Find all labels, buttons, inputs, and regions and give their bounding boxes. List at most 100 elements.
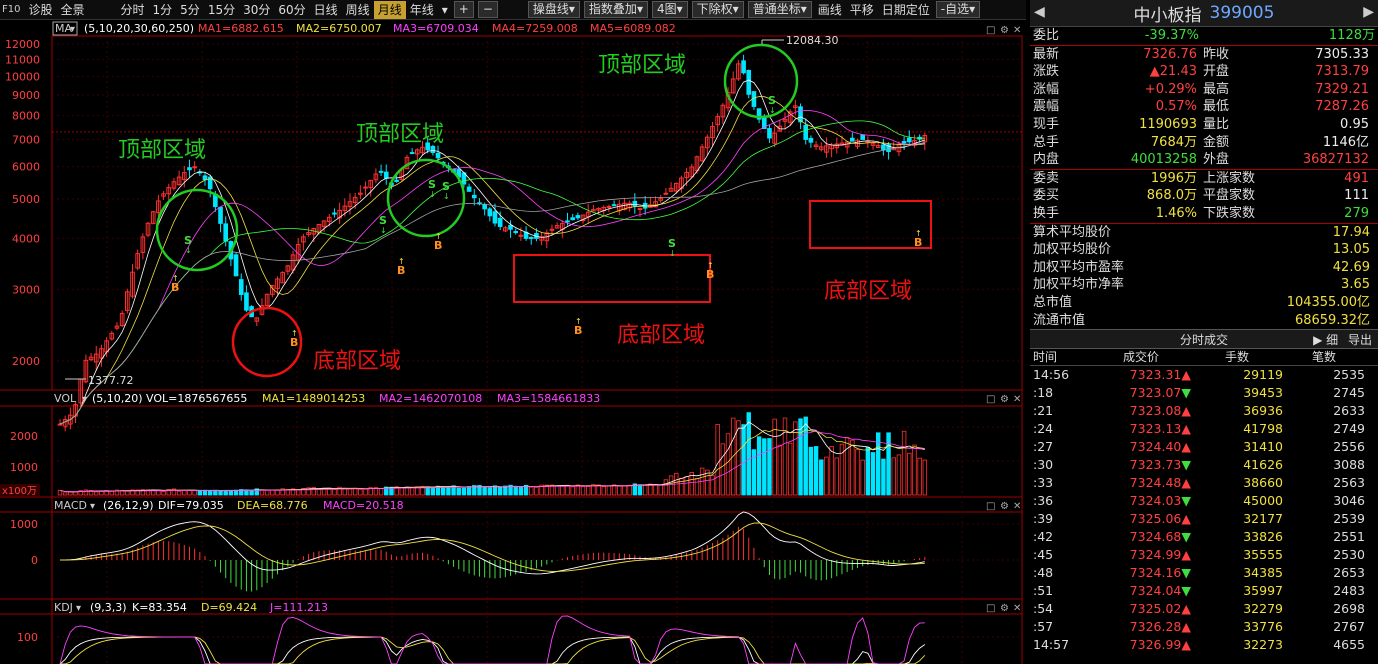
kdj-close-icon[interactable]: ✕: [1013, 603, 1021, 614]
trade-row[interactable]: :21 7323.08▲ 36936 2633: [1030, 402, 1378, 420]
next-stock-icon[interactable]: ▶: [1363, 4, 1374, 20]
vol-indicator-name[interactable]: VOL: [54, 392, 77, 405]
trade-row[interactable]: :42 7324.68▼ 33826 2551: [1030, 528, 1378, 546]
trade-price-cell: 7324.99▲: [1091, 546, 1191, 564]
macd-indicator-name[interactable]: MACD: [54, 499, 87, 512]
quote-label: 量比: [1203, 116, 1230, 132]
quote-value: 7326.76: [1143, 46, 1197, 62]
trade-time: :45: [1033, 547, 1054, 563]
trading-line-button[interactable]: 操盘线▾: [527, 1, 580, 18]
zoom-in-button[interactable]: +: [453, 1, 474, 18]
four-chart-button[interactable]: 4图▾: [651, 1, 688, 18]
trade-row[interactable]: :39 7325.06▲ 32177 2539: [1030, 510, 1378, 528]
candle-body: [518, 234, 524, 237]
pan-button[interactable]: 平移: [846, 1, 878, 19]
period-dropdown-icon[interactable]: ▾: [438, 1, 452, 19]
trade-price-cell: 7323.08▲: [1091, 402, 1191, 420]
pane-close-icon[interactable]: ✕: [1013, 25, 1021, 36]
volume-bar: [125, 490, 130, 496]
stat-value: 42.69: [1332, 259, 1370, 275]
trades-list[interactable]: 14:56 7323.31▲ 29119 2535:18 7323.07▼ 39453 27…: [1030, 366, 1378, 654]
volume-bar: [725, 433, 731, 496]
draw-line-button[interactable]: 画线: [814, 1, 846, 19]
macd-dropdown-icon[interactable]: ▾: [90, 501, 95, 512]
trade-row[interactable]: :27 7324.40▲ 31410 2556: [1030, 438, 1378, 456]
macd-close-icon[interactable]: ✕: [1013, 501, 1021, 512]
toolbar-item-overview[interactable]: 全景: [57, 1, 89, 19]
ma-dropdown-icon[interactable]: ▾: [70, 24, 75, 35]
trade-time: 14:57: [1033, 637, 1070, 653]
trade-price-cell: 7323.73▼: [1091, 456, 1191, 474]
kdj-dropdown-icon[interactable]: ▾: [76, 603, 81, 614]
period-tab-60min[interactable]: 60分: [274, 1, 309, 19]
pane-minimize-icon[interactable]: □: [986, 25, 995, 36]
volume-bar: [482, 486, 487, 496]
vol-close-icon[interactable]: ✕: [1013, 394, 1021, 405]
chart-area[interactable]: MA ▾ (5,10,20,30,60,250) MA1=6882.615 MA…: [0, 20, 1026, 664]
period-tab-week[interactable]: 周线: [342, 1, 374, 19]
candle-body: [808, 137, 814, 143]
trade-row[interactable]: :45 7324.99▲ 35555 2530: [1030, 546, 1378, 564]
trade-row[interactable]: :51 7324.04▼ 35997 2483: [1030, 582, 1378, 600]
ex-rights-label: 下除权: [696, 2, 733, 16]
macd-settings-icon[interactable]: ⚙: [1000, 501, 1009, 512]
period-tab-1min[interactable]: 1分: [149, 1, 177, 19]
quote-label: 现手: [1033, 116, 1060, 132]
volume-bar: [503, 485, 508, 496]
period-tab-intraday[interactable]: 分时: [117, 1, 149, 19]
trade-row[interactable]: :54 7325.02▲ 32279 2698: [1030, 600, 1378, 618]
trade-row[interactable]: 14:57 7326.99▲ 32273 4655: [1030, 636, 1378, 654]
volume-bar: [182, 489, 187, 496]
vol-settings-icon[interactable]: ⚙: [1000, 394, 1009, 405]
trade-row[interactable]: :36 7324.03▼ 45000 3046: [1030, 492, 1378, 510]
trade-row[interactable]: :30 7323.73▼ 41626 3088: [1030, 456, 1378, 474]
axis-mode-button[interactable]: 普通坐标▾: [747, 1, 812, 18]
zoom-out-button[interactable]: −: [477, 1, 498, 18]
candle-body: [746, 69, 752, 95]
volume-bar: [777, 444, 783, 496]
export-button[interactable]: 导出: [1348, 333, 1372, 347]
trade-price: 7324.16: [1129, 565, 1182, 581]
period-tab-30min[interactable]: 30分: [239, 1, 274, 19]
ex-rights-button[interactable]: 下除权▾: [691, 1, 744, 18]
vol-minimize-icon[interactable]: □: [986, 394, 995, 405]
pane-settings-icon[interactable]: ⚙: [1000, 25, 1009, 36]
period-tab-15min[interactable]: 15分: [204, 1, 239, 19]
y-tick-label: 9000: [12, 89, 40, 102]
watchlist-button[interactable]: -自选▾: [935, 1, 981, 18]
candle-body: [187, 167, 192, 171]
kdj-settings-icon[interactable]: ⚙: [1000, 603, 1009, 614]
trade-volume: 33776: [1243, 619, 1283, 635]
kdj-indicator-name[interactable]: KDJ: [54, 601, 73, 614]
y-tick-label: 8000: [12, 110, 40, 123]
stat-row: 总市值 104355.00亿: [1030, 294, 1378, 312]
quote-label: 开盘: [1203, 64, 1230, 80]
trade-row[interactable]: :33 7324.48▲ 38660 2563: [1030, 474, 1378, 492]
trade-row[interactable]: :48 7324.16▼ 34385 2653: [1030, 564, 1378, 582]
sell-arrow-icon: ↓: [380, 226, 387, 235]
index-overlay-button[interactable]: 指数叠加▾: [583, 1, 648, 18]
macd-minimize-icon[interactable]: □: [986, 501, 995, 512]
detail-button[interactable]: 细: [1326, 333, 1338, 347]
trade-row[interactable]: 14:56 7323.31▲ 29119 2535: [1030, 366, 1378, 384]
prev-stock-icon[interactable]: ◀: [1034, 4, 1045, 20]
trade-count: 2539: [1333, 511, 1365, 527]
period-tab-year[interactable]: 年线: [406, 1, 438, 19]
toolbar-item-diagnose[interactable]: 诊股: [24, 1, 56, 19]
f10-label[interactable]: F10: [0, 4, 24, 15]
trade-row[interactable]: :24 7323.13▲ 41798 2749: [1030, 420, 1378, 438]
detail-icon[interactable]: ▶: [1313, 333, 1322, 347]
period-tab-month[interactable]: 月线: [373, 0, 406, 19]
stat-label: 算术平均股价: [1033, 224, 1112, 240]
vol-dropdown-icon[interactable]: ▾: [82, 394, 87, 405]
volume-bar: [363, 488, 368, 496]
stat-label: 加权平均股价: [1033, 242, 1112, 258]
trade-row[interactable]: :18 7323.07▼ 39453 2745: [1030, 384, 1378, 402]
date-locate-button[interactable]: 日期定位: [878, 1, 934, 19]
volume-bar: [358, 488, 363, 496]
period-tab-5min[interactable]: 5分: [176, 1, 204, 19]
kdj-series: [52, 615, 1022, 664]
kdj-minimize-icon[interactable]: □: [986, 603, 995, 614]
period-tab-day[interactable]: 日线: [310, 1, 342, 19]
trade-row[interactable]: :57 7326.28▲ 33776 2767: [1030, 618, 1378, 636]
